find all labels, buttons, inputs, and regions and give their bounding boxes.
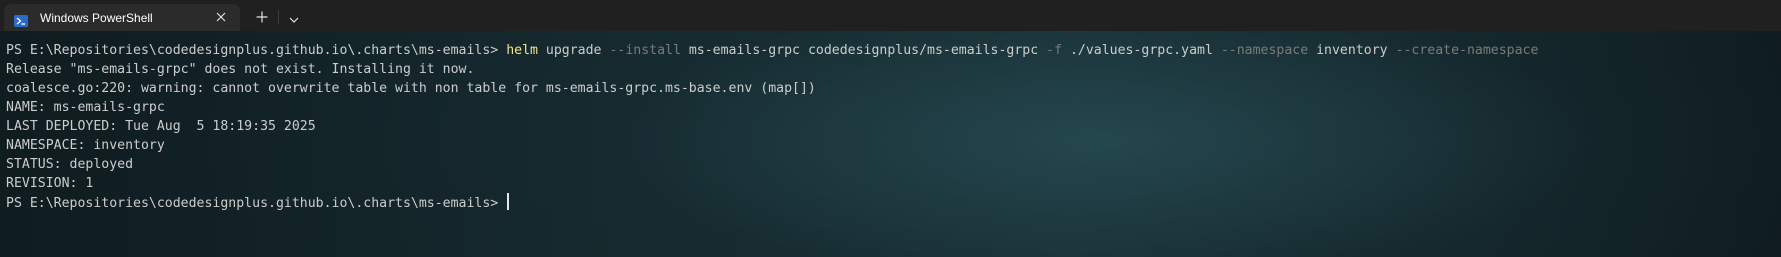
command-parameter: --namespace	[1220, 43, 1309, 58]
output-line: NAME: ms-emails-grpc	[6, 100, 165, 115]
close-icon[interactable]	[214, 10, 228, 24]
output-line: STATUS: deployed	[6, 157, 134, 172]
command-text: upgrade	[537, 43, 610, 58]
command-text: ms-emails-grpc codedesignplus/ms-emails-…	[680, 43, 1047, 58]
prompt: PS E:\Repositories\codedesignplus.github…	[6, 43, 507, 58]
tab-dropdown-button[interactable]	[283, 4, 305, 31]
tab-bar: Windows PowerShell	[0, 0, 1781, 31]
command-parameter: --install	[609, 43, 681, 58]
output-line: LAST DEPLOYED: Tue Aug 5 18:19:35 2025	[6, 119, 316, 134]
output-line: coalesce.go:220: warning: cannot overwri…	[6, 81, 816, 96]
command-text: inventory	[1308, 43, 1396, 58]
command-program: helm	[506, 43, 538, 58]
powershell-icon	[14, 12, 28, 27]
tab-separator	[278, 10, 279, 24]
command-line: PS E:\Repositories\codedesignplus.github…	[6, 41, 1781, 60]
text-cursor	[507, 193, 509, 210]
command-text: ./values-grpc.yaml	[1062, 43, 1221, 58]
command-parameter: -f	[1046, 43, 1063, 58]
terminal-window: Windows PowerShell PS E:\Repositories\co…	[0, 0, 1781, 257]
chevron-down-icon	[289, 8, 299, 27]
command-parameter: --create-namespace	[1395, 43, 1539, 58]
output-line: NAMESPACE: inventory	[6, 138, 165, 153]
tab-windows-powershell[interactable]: Windows PowerShell	[4, 4, 240, 31]
plus-icon	[256, 8, 268, 27]
new-tab-button[interactable]	[248, 4, 276, 31]
output-line: REVISION: 1	[6, 176, 94, 191]
tab-title: Windows PowerShell	[40, 10, 153, 25]
prompt-line[interactable]: PS E:\Repositories\codedesignplus.github…	[6, 193, 1781, 212]
final-prompt: PS E:\Repositories\codedesignplus.github…	[6, 196, 499, 211]
output-line: Release "ms-emails-grpc" does not exist.…	[6, 62, 475, 77]
terminal-output[interactable]: PS E:\Repositories\codedesignplus.github…	[0, 31, 1781, 257]
